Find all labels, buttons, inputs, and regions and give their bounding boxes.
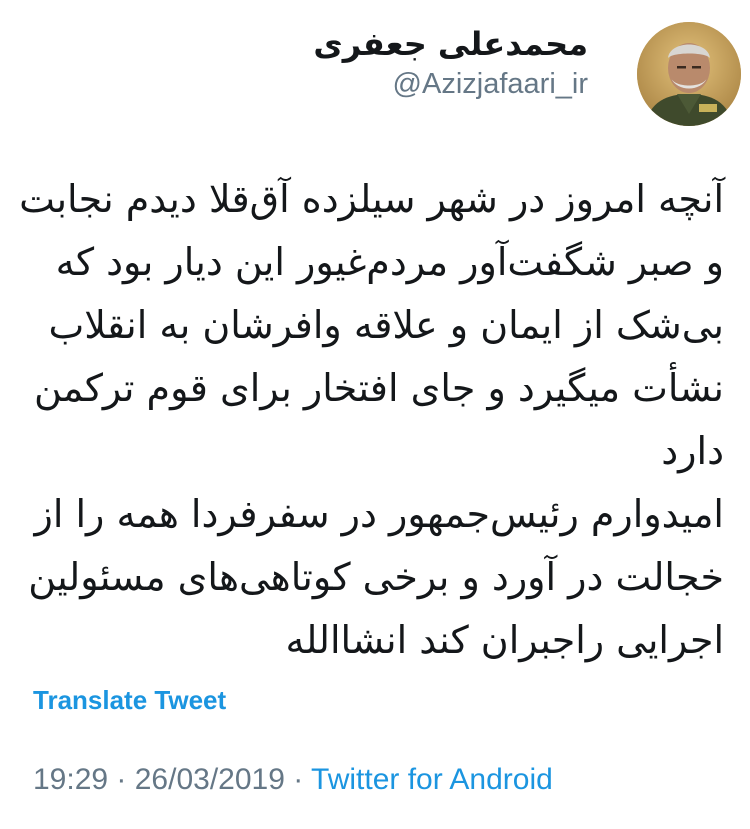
author-display-name[interactable]: محمدعلی جعفری <box>108 22 588 66</box>
tweet-line: دارد <box>661 429 724 473</box>
tweet-meta: 19:29 · 26/03/2019 · Twitter for Android <box>33 760 553 800</box>
translate-tweet-link[interactable]: Translate Tweet <box>33 683 226 717</box>
tweet-line: و صبر شگفت‌آور مردم‌غیور این دیار بود که <box>55 240 724 284</box>
tweet-line: آنچه امروز در شهر سیلزده آق‌قلا دیدم نجا… <box>19 177 724 221</box>
tweet-text: آنچه امروز در شهر سیلزده آق‌قلا دیدم نجا… <box>19 168 725 672</box>
tweet-time[interactable]: 19:29 <box>33 763 108 796</box>
tweet-date[interactable]: 26/03/2019 <box>135 763 285 796</box>
tweet-line: اجرایی راجبران کند انشاالله <box>285 618 724 662</box>
author-handle[interactable]: @Azizjafaari_ir <box>108 66 588 102</box>
avatar[interactable] <box>637 22 741 126</box>
author-names[interactable]: محمدعلی جعفری @Azizjafaari_ir <box>108 22 588 102</box>
avatar-portrait <box>637 22 741 126</box>
tweet-line: خجالت در آورد و برخی کوتاهی‌های مسئولین <box>28 555 724 599</box>
tweet-line: بی‌شک از ایمان و علاقه وافرشان به انقلاب <box>48 303 724 347</box>
tweet-header: محمدعلی جعفری @Azizjafaari_ir <box>0 0 750 140</box>
tweet-source-link[interactable]: Twitter for Android <box>311 763 553 796</box>
tweet-line: امیدوارم رئیس‌جمهور در سفرفردا همه را از <box>34 492 725 536</box>
tweet-line: نشأت میگیرد و جای افتخار برای قوم ترکمن <box>33 366 724 410</box>
meta-separator: · <box>108 763 135 796</box>
meta-separator: · <box>284 763 312 796</box>
